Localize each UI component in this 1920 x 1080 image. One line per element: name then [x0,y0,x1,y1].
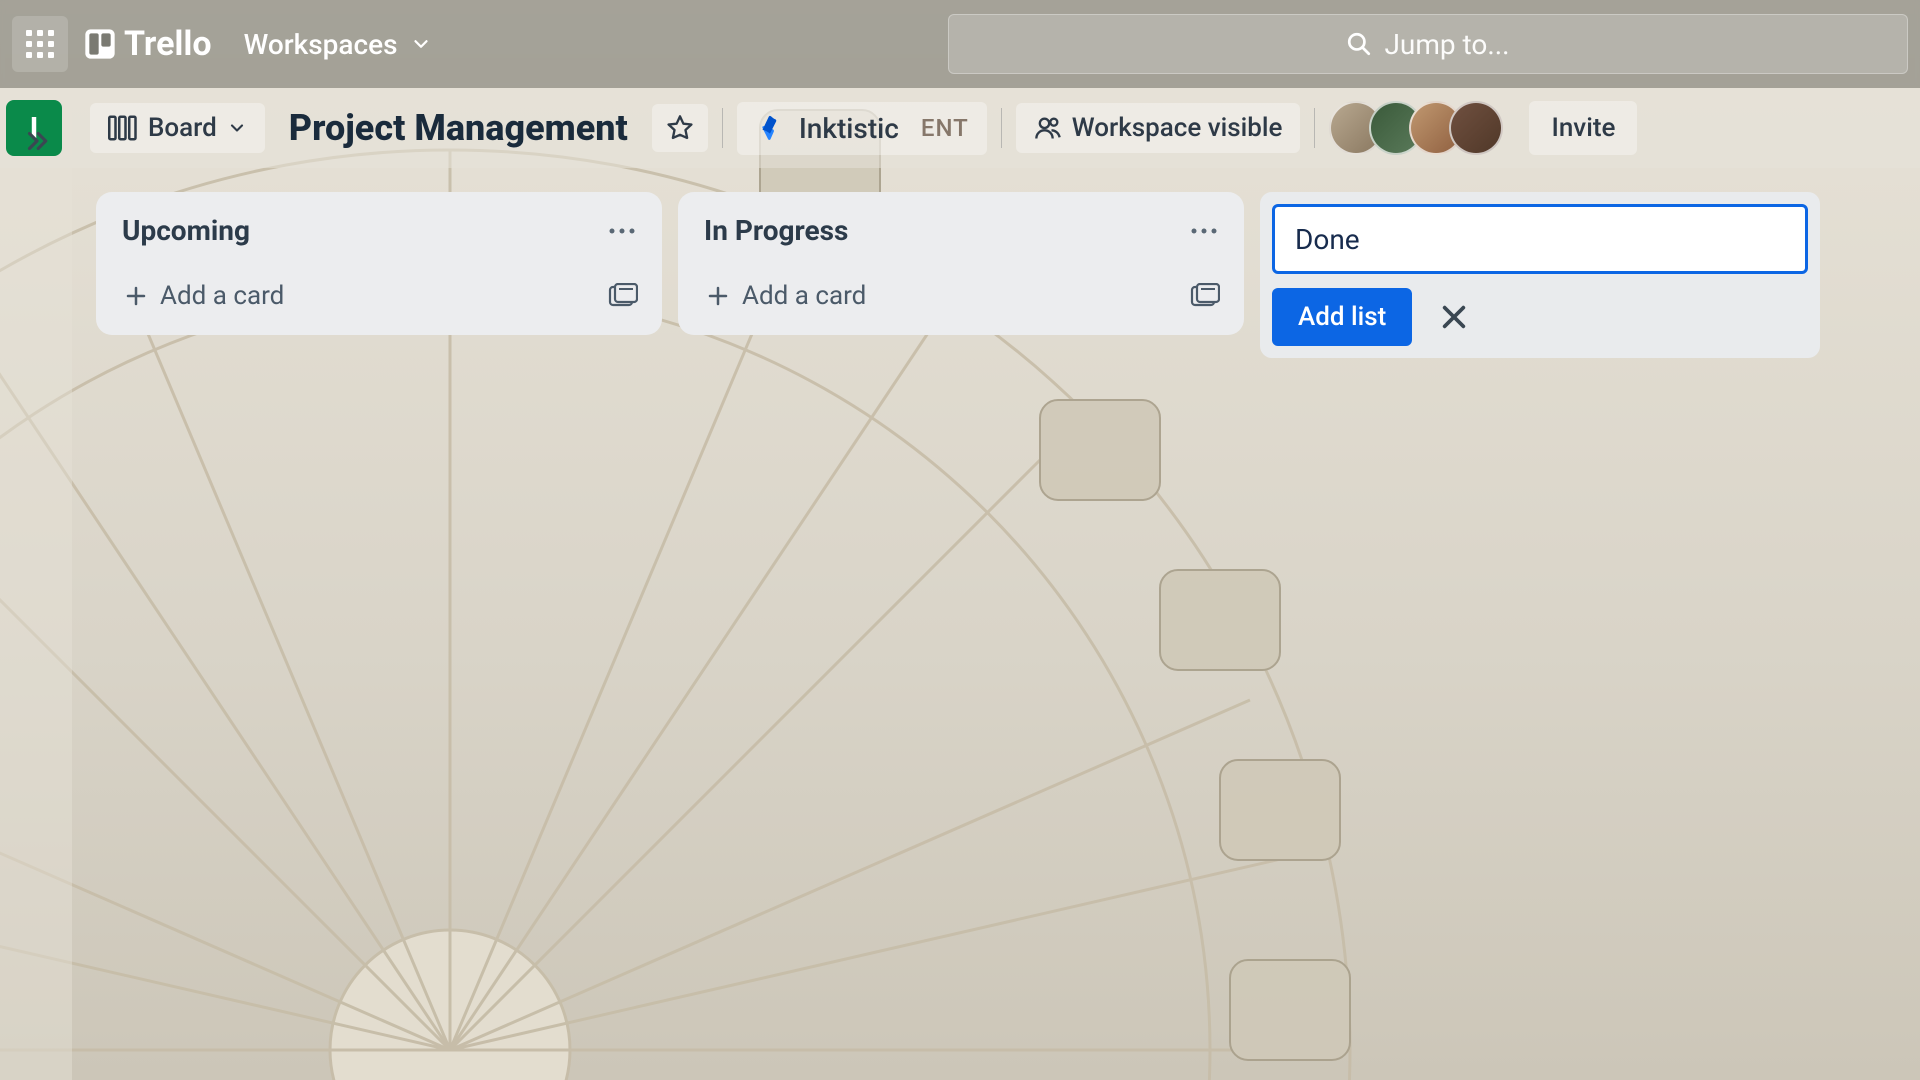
new-list-title-input[interactable] [1272,204,1808,274]
card-template-button[interactable] [602,277,644,315]
board-members[interactable] [1329,101,1503,155]
more-horizontal-icon [1190,226,1218,236]
board-canvas: Upcoming Add a card In Progress [0,168,1920,382]
add-list-button[interactable]: Add list [1272,288,1412,346]
header-separator [722,108,723,148]
visibility-button[interactable]: Workspace visible [1016,103,1301,153]
add-card-button[interactable]: Add a card [114,273,602,319]
org-link[interactable]: Inktistic ENT [737,102,987,155]
new-list-actions: Add list [1272,288,1808,346]
list-in-progress: In Progress Add a card [678,192,1244,335]
cancel-add-list-button[interactable] [1432,295,1476,339]
list-title[interactable]: Upcoming [114,208,258,253]
search-bar[interactable]: Jump to... [948,14,1908,74]
template-icon [608,283,638,309]
plus-icon [706,284,730,308]
chevron-double-right-icon [22,126,52,156]
list-title[interactable]: In Progress [696,208,856,253]
close-icon [1438,301,1470,333]
invite-button[interactable]: Invite [1529,101,1637,155]
header-separator [1001,108,1002,148]
plus-icon [124,284,148,308]
logo-text: Trello [124,24,212,64]
chevron-down-icon [410,33,432,55]
people-icon [1034,114,1062,142]
header-separator [1314,108,1315,148]
apps-switcher-button[interactable] [12,16,68,72]
board-title[interactable]: Project Management [279,107,638,149]
board-view-label: Board [148,113,217,143]
search-placeholder: Jump to... [1384,28,1509,61]
sidebar-expand-button[interactable] [22,126,52,156]
workspaces-dropdown[interactable]: Workspaces [228,20,448,69]
list-header: Upcoming [114,208,644,253]
add-card-label: Add a card [160,281,284,311]
list-header: In Progress [696,208,1226,253]
avatar[interactable] [1449,101,1503,155]
card-template-button[interactable] [1184,277,1226,315]
atlassian-icon [755,113,785,143]
star-icon [666,114,694,142]
workspaces-label: Workspaces [244,28,398,61]
more-horizontal-icon [608,226,636,236]
star-board-button[interactable] [652,104,708,152]
list-footer: Add a card [696,263,1226,319]
visibility-label: Workspace visible [1072,113,1283,143]
sidebar-collapsed [0,88,72,1080]
board-view-icon [108,115,138,141]
template-icon [1190,283,1220,309]
main-nav: Trello Workspaces Jump to... [0,0,1920,88]
org-tag: ENT [921,114,969,142]
chevron-down-icon [227,118,247,138]
list-upcoming: Upcoming Add a card [96,192,662,335]
trello-logo[interactable]: Trello [84,24,212,64]
add-list-composer: Add list [1260,192,1820,358]
add-card-button[interactable]: Add a card [696,273,1184,319]
board-header: I Board Project Management Inktistic ENT… [0,88,1920,168]
list-footer: Add a card [114,263,644,319]
add-card-label: Add a card [742,281,866,311]
list-menu-button[interactable] [1182,222,1226,240]
list-menu-button[interactable] [600,222,644,240]
apps-grid-icon [26,30,54,58]
board-view-switcher[interactable]: Board [90,103,265,153]
org-name: Inktistic [799,112,899,145]
search-icon [1346,31,1372,57]
trello-board-icon [84,28,116,60]
